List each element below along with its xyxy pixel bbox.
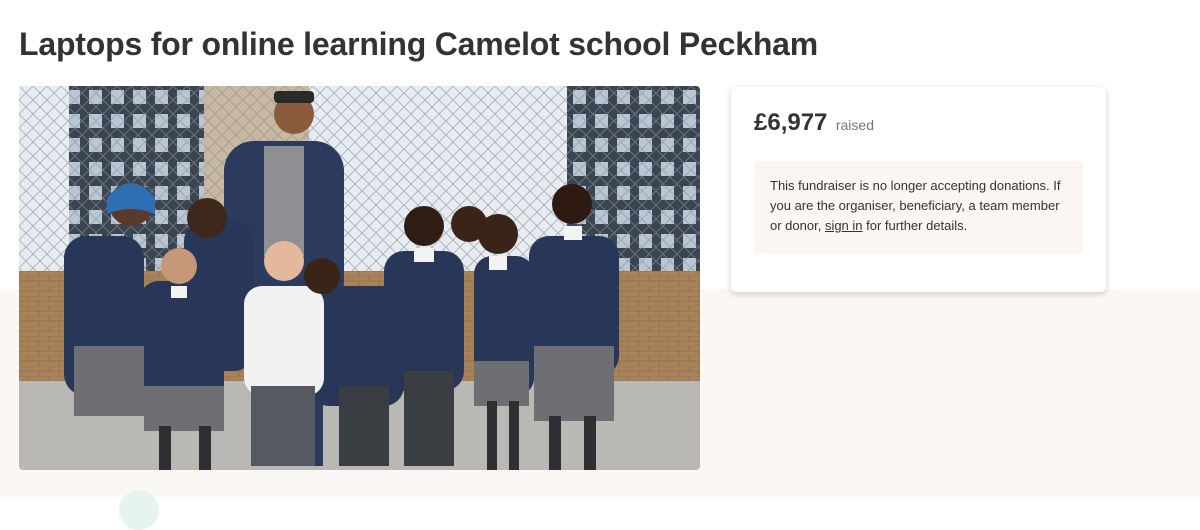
organiser-avatar [119,490,159,530]
sign-in-link[interactable]: sign in [825,218,863,233]
notice-text-after: for further details. [862,218,968,233]
raised-label: raised [835,117,874,133]
raised-summary: £6,977 raised [754,109,874,137]
raised-amount: £6,977 [754,109,828,136]
page-title: Laptops for online learning Camelot scho… [19,26,819,62]
donation-card: £6,977 raised This fundraiser is no long… [731,87,1106,292]
closed-fundraiser-notice: This fundraiser is no longer accepting d… [754,161,1083,254]
campaign-photo [19,86,700,470]
